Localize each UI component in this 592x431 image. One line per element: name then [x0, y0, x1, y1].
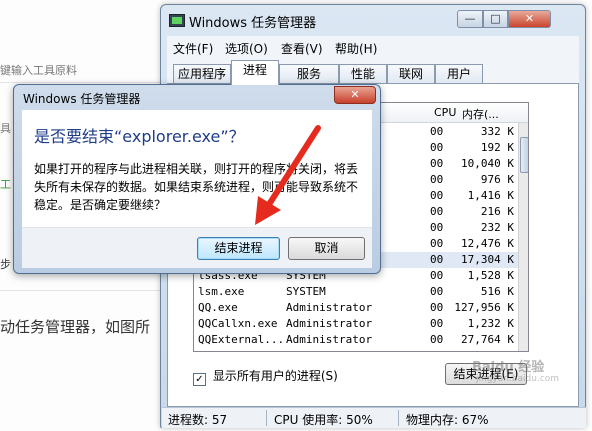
process-memory: 27,764 K: [461, 333, 514, 346]
article-text-line: 具: [0, 122, 11, 135]
status-bar: 进程数: 57 CPU 使用率: 50% 物理内存: 67%: [162, 407, 586, 428]
process-cpu: 00: [430, 125, 444, 138]
status-cpu-usage: CPU 使用率: 50%: [274, 413, 373, 427]
process-cpu: 00: [430, 221, 444, 234]
tab-performance[interactable]: 性能: [339, 64, 387, 85]
process-cpu: 00: [430, 205, 444, 218]
status-process-count: 进程数: 57: [168, 413, 228, 427]
process-name: QQCallxn.exe: [198, 317, 278, 330]
article-divider: [0, 290, 170, 291]
process-cpu: 00: [430, 269, 444, 282]
cancel-button[interactable]: 取消: [288, 237, 365, 260]
process-name: lsm.exe: [198, 285, 245, 298]
tab-processes[interactable]: 进程: [231, 60, 279, 85]
dialog-heading: 是否要结束“explorer.exe”？: [34, 127, 245, 146]
process-user: Administrator: [286, 333, 373, 346]
minimize-button[interactable]: —: [457, 10, 483, 28]
article-text-line: 工: [0, 178, 11, 191]
menu-options[interactable]: 选项(O): [225, 40, 268, 57]
status-separator: [398, 410, 399, 426]
close-button[interactable]: ✕: [508, 10, 551, 28]
process-memory: 232 K: [480, 221, 514, 234]
process-cpu: 00: [430, 173, 444, 186]
process-cpu: 00: [430, 237, 444, 250]
maximize-button[interactable]: □: [483, 10, 508, 28]
process-cpu: 00: [430, 317, 444, 330]
process-cpu: 00: [430, 189, 444, 202]
tab-users[interactable]: 用户: [435, 64, 483, 85]
show-all-users-checkbox[interactable]: ✓: [193, 373, 206, 386]
process-memory: 332 K: [480, 125, 514, 138]
menu-bar: 文件(F) 选项(O) 查看(V) 帮助(H): [167, 36, 579, 58]
tab-services[interactable]: 服务: [279, 64, 339, 85]
watermark-logo: Baidu 经验: [472, 360, 545, 375]
process-cpu: 00: [430, 285, 444, 298]
process-cpu: 00: [430, 141, 444, 154]
process-name: QQExternal...: [198, 333, 282, 346]
process-memory: 10,040 K: [461, 157, 514, 170]
process-user: Administrator: [286, 301, 373, 314]
process-memory: 516 K: [480, 285, 514, 298]
status-memory: 物理内存: 67%: [406, 413, 489, 427]
show-all-users-option[interactable]: ✓ 显示所有用户的进程(S): [193, 367, 338, 386]
dialog-title: Windows 任务管理器: [23, 92, 141, 106]
column-cpu[interactable]: CPU: [434, 106, 456, 119]
watermark-url: jingyan.baidu.com: [476, 374, 560, 384]
process-row[interactable]: QQCallxn.exe Administrator 00 1,232 K: [194, 316, 518, 332]
menu-file[interactable]: 文件(F): [173, 40, 213, 57]
process-list-scrollbar[interactable]: [518, 123, 528, 351]
task-manager-icon: [169, 14, 185, 27]
status-separator: [266, 410, 267, 426]
process-row[interactable]: QQExternal... Administrator 00 27,764 K: [194, 332, 518, 348]
process-user: SYSTEM: [286, 285, 326, 298]
process-memory: 127,956 K: [454, 301, 514, 314]
process-name: QQ.exe: [198, 301, 238, 314]
tab-networking[interactable]: 联网: [387, 64, 435, 85]
process-memory: 192 K: [480, 141, 514, 154]
menu-view[interactable]: 查看(V): [281, 40, 323, 57]
article-instruction: 动任务管理器，如图所: [0, 318, 151, 336]
process-memory: 17,304 K: [461, 253, 514, 266]
article-divider: [0, 82, 170, 83]
process-memory: 216 K: [480, 205, 514, 218]
window-title: Windows 任务管理器: [189, 16, 317, 31]
scrollbar-thumb[interactable]: [520, 137, 528, 173]
dialog-close-button[interactable]: ✕: [334, 86, 376, 104]
process-user: Administrator: [286, 317, 373, 330]
process-memory: 1,416 K: [467, 189, 514, 202]
tab-applications[interactable]: 应用程序: [173, 64, 231, 85]
article-text-line: 键输入工具原料: [0, 64, 77, 77]
dialog-content: 是否要结束“explorer.exe”？ 如果打开的程序与此进程相关联，则打开的…: [22, 110, 372, 227]
column-memory[interactable]: 内存(...: [462, 106, 499, 122]
process-memory: 1,528 K: [467, 269, 514, 282]
process-memory: 12,476 K: [461, 237, 514, 250]
process-row[interactable]: QQ.exe Administrator 00 127,956 K: [194, 300, 518, 316]
process-cpu: 00: [430, 157, 444, 170]
process-memory: 976 K: [480, 173, 514, 186]
process-cpu: 00: [430, 333, 444, 346]
process-cpu: 00: [430, 301, 444, 314]
dialog-message: 如果打开的程序与此进程相关联，则打开的程序将关闭，将丢失所有未保存的数据。如果结…: [34, 162, 359, 212]
end-process-dialog: Windows 任务管理器 ✕ 是否要结束“explorer.exe”？ 如果打…: [13, 84, 381, 274]
dialog-footer: 结束进程 取消: [22, 227, 372, 268]
process-cpu: 00: [430, 253, 444, 266]
confirm-end-process-button[interactable]: 结束进程: [197, 237, 280, 260]
article-text-line: 步: [0, 258, 11, 271]
process-row[interactable]: lsm.exe SYSTEM 00 516 K: [194, 284, 518, 300]
menu-help[interactable]: 帮助(H): [335, 40, 377, 57]
show-all-users-label: 显示所有用户的进程(S): [212, 369, 338, 383]
tab-strip: 应用程序 进程 服务 性能 联网 用户: [167, 58, 579, 85]
process-memory: 1,232 K: [467, 317, 514, 330]
